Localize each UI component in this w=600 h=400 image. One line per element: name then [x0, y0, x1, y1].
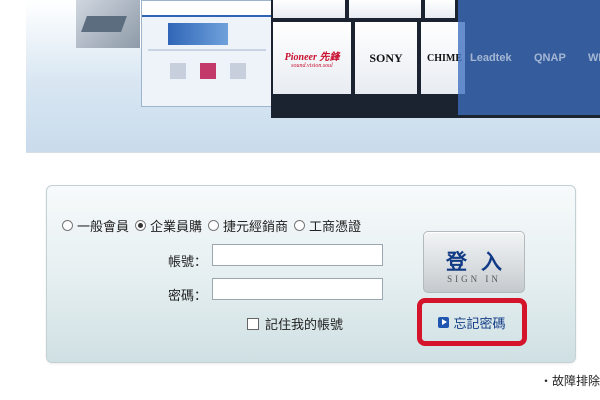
leadtek-logo: Leadtek [470, 52, 512, 64]
radio-enterprise-purchase[interactable] [135, 220, 147, 231]
password-label: 密碼： [167, 289, 207, 304]
role-business-certificate[interactable]: 工商憑證 [294, 216, 361, 235]
role-general-member[interactable]: 一般會員 [62, 216, 129, 235]
remember-account-option[interactable]: 記住我的帳號 [247, 314, 343, 333]
banner-image[interactable]: Pioneer 先鋒 sound.vision.soul SONY CHIME … [26, 0, 600, 153]
qnap-logo: QNAP [534, 52, 566, 64]
banner-product-tile [76, 0, 141, 48]
radio-general-member[interactable] [62, 220, 73, 231]
website-screenshot-thumbnail [141, 0, 273, 107]
role-enterprise-purchase[interactable]: 企業員購 [135, 216, 202, 235]
troubleshoot-link[interactable]: ・故障排除 [540, 372, 600, 389]
login-panel: 一般會員 企業員購 捷元經銷商 工商憑證 帳號： 密碼： 記住我的帳號 登入 S… [46, 185, 576, 363]
member-type-selector: 一般會員 企業員購 捷元經銷商 工商憑證 [62, 216, 367, 235]
sign-in-sublabel: SIGN IN [447, 274, 501, 284]
account-input[interactable] [212, 244, 383, 266]
radio-dealer[interactable] [208, 220, 220, 231]
forgot-password-link[interactable]: 忘記密碼 [417, 298, 527, 346]
remember-checkbox[interactable] [247, 317, 259, 330]
pioneer-logo: Pioneer 先鋒 sound.vision.soul [273, 22, 351, 94]
forgot-password-label: 忘記密碼 [453, 316, 506, 332]
sign-in-button[interactable]: 登入 SIGN IN [423, 231, 525, 293]
brand-panel-overlay: Leadtek QNAP WD [458, 0, 600, 115]
role-label: 捷元經銷商 [223, 220, 289, 235]
role-dealer[interactable]: 捷元經銷商 [208, 216, 288, 235]
account-label: 帳號： [167, 255, 207, 270]
password-input[interactable] [212, 278, 383, 300]
role-label: 企業員購 [150, 220, 203, 235]
sign-in-label: 登入 [446, 250, 516, 274]
role-label: 工商憑證 [309, 220, 362, 235]
arrow-right-icon [438, 316, 450, 328]
wd-logo: WD [588, 52, 600, 64]
sony-logo: SONY [355, 22, 417, 94]
radio-business-certificate[interactable] [294, 220, 306, 231]
role-label: 一般會員 [77, 220, 130, 235]
remember-label: 記住我的帳號 [265, 318, 344, 333]
